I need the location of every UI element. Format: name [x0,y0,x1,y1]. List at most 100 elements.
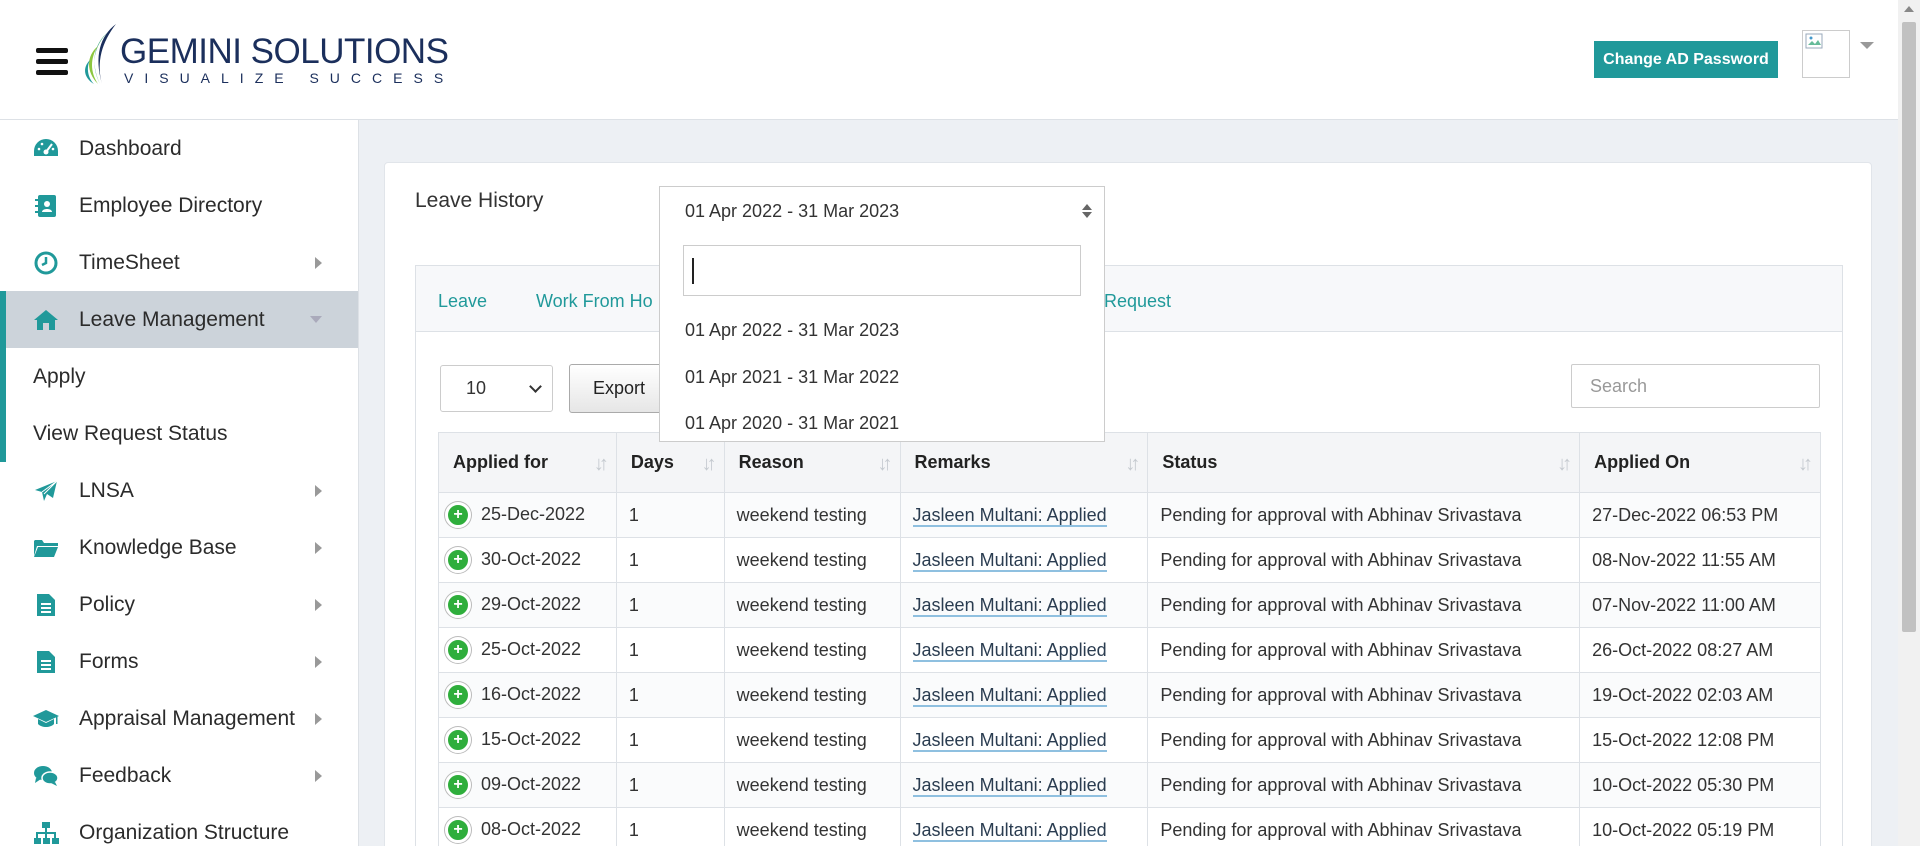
cell-applied-for: +09-Oct-2022 [438,762,617,808]
remark-link[interactable]: Jasleen Multani: Applied [912,819,1107,842]
company-logo[interactable]: GEMINI SOLUTIONS VISUALIZE SUCCESS [80,22,449,88]
cell-applied-for: +08-Oct-2022 [438,807,617,846]
page-length-value: 10 [466,378,487,398]
page-scrollbar[interactable] [1898,0,1920,846]
sidebar-item-organization-structure[interactable]: Organization Structure [0,804,358,846]
column-header-applied-for[interactable]: Applied for ↓↑ [438,432,617,493]
expand-row-icon[interactable]: + [445,682,471,708]
sidebar-item-forms[interactable]: Forms [0,633,358,690]
sidebar-item-dashboard[interactable]: Dashboard [0,120,358,177]
sidebar-item-policy[interactable]: Policy [0,576,358,633]
cell-text: weekend testing [736,594,867,615]
tab-work-from-home[interactable]: Work From Ho [536,291,653,312]
cell-text: weekend testing [736,639,867,660]
table-row: +08-Oct-2022 1 weekend testing Jasleen Mult… [438,807,1821,846]
tab-bar: Leave Work From Ho Request [416,266,1842,332]
scroll-up-arrow-icon[interactable] [1904,6,1914,12]
dropdown-search-input[interactable] [683,245,1081,296]
dropdown-option[interactable]: 01 Apr 2021 - 31 Mar 2022 [685,367,899,388]
cell-text: 1 [628,819,639,840]
remark-link[interactable]: Jasleen Multani: Applied [912,594,1107,617]
remark-link[interactable]: Jasleen Multani: Applied [912,684,1107,707]
cell-text: 10-Oct-2022 05:30 PM [1592,774,1775,795]
sidebar-subitem-apply[interactable]: Apply [0,348,358,405]
sidebar-item-label: Feedback [79,763,172,787]
remark-link[interactable]: Jasleen Multani: Applied [912,549,1107,572]
sidebar-item-label: Employee Directory [79,193,263,217]
column-header-label: Status [1162,452,1218,472]
sidebar-item-knowledge-base[interactable]: Knowledge Base [0,519,358,576]
logo-tagline: VISUALIZE SUCCESS [124,70,455,86]
user-menu-caret-icon[interactable] [1860,42,1874,49]
cell-days: 1 [615,492,725,538]
hamburger-menu-icon[interactable] [36,48,68,76]
scrollbar-thumb[interactable] [1902,22,1916,632]
change-ad-password-button[interactable]: Change AD Password [1594,41,1778,78]
cell-days: 1 [615,762,725,808]
expand-row-icon[interactable]: + [445,817,471,843]
table-row: +09-Oct-2022 1 weekend testing Jasleen Mult… [438,762,1821,808]
sidebar-item-lnsa[interactable]: LNSA [0,462,358,519]
search-input[interactable] [1571,364,1820,408]
cell-applied-for: +25-Oct-2022 [438,627,617,673]
fiscal-year-dropdown-panel: 01 Apr 2022 - 31 Mar 2023 01 Apr 2021 - … [659,236,1105,442]
sidebar-item-feedback[interactable]: Feedback [0,747,358,804]
cell-applied-on: 26-Oct-2022 08:27 AM [1579,627,1821,673]
user-avatar[interactable] [1802,30,1850,78]
cell-days: 1 [615,807,725,846]
top-header: GEMINI SOLUTIONS VISUALIZE SUCCESS Chang… [0,0,1898,120]
cell-applied-on: 10-Oct-2022 05:30 PM [1579,762,1821,808]
sidebar-item-label: Organization Structure [79,820,290,844]
cell-applied-on: 10-Oct-2022 05:19 PM [1579,807,1821,846]
sidebar-item-label: LNSA [79,478,134,502]
sidebar-item-label: Appraisal Management [79,706,295,730]
sidebar-item-label: Dashboard [79,136,182,160]
dropdown-option[interactable]: 01 Apr 2020 - 31 Mar 2021 [685,413,899,434]
sidebar-subitem-view-request-status[interactable]: View Request Status [0,405,358,462]
tab-request[interactable]: Request [1104,291,1171,312]
cell-applied-on: 07-Nov-2022 11:00 AM [1579,582,1821,628]
sidebar-item-timesheet[interactable]: TimeSheet [0,234,358,291]
fiscal-year-select[interactable]: 01 Apr 2022 - 31 Mar 2023 [659,186,1105,236]
expand-row-icon[interactable]: + [445,727,471,753]
document-icon [32,648,60,676]
expand-row-icon[interactable]: + [445,547,471,573]
expand-row-icon[interactable]: + [445,502,471,528]
leave-history-table: Applied for ↓↑ Days ↓↑ Reason ↓↑ Remarks ↓↑ … [438,432,1821,846]
cell-status: Pending for approval with Abhinav Srivas… [1147,717,1581,763]
cell-text: 16-Oct-2022 [481,683,582,704]
cell-reason: weekend testing [723,582,901,628]
tab-leave[interactable]: Leave [438,291,487,312]
export-button[interactable]: Export [569,364,669,413]
cell-applied-for: +29-Oct-2022 [438,582,617,628]
remark-link[interactable]: Jasleen Multani: Applied [912,774,1107,797]
table-row: +16-Oct-2022 1 weekend testing Jasleen Mult… [438,672,1821,718]
remark-link[interactable]: Jasleen Multani: Applied [912,639,1107,662]
sidebar-item-appraisal-management[interactable]: Appraisal Management [0,690,358,747]
column-header-status[interactable]: Status ↓↑ [1147,432,1581,493]
remark-link[interactable]: Jasleen Multani: Applied [912,729,1107,752]
cell-text: weekend testing [736,819,867,840]
expand-row-icon[interactable]: + [445,772,471,798]
table-header-row: Applied for ↓↑ Days ↓↑ Reason ↓↑ Remarks ↓↑ … [438,432,1821,493]
broken-image-icon [1805,33,1823,49]
graduation-cap-icon [32,705,60,733]
page-title: Leave History [415,189,544,212]
column-header-applied-on[interactable]: Applied On ↓↑ [1579,432,1821,493]
chevron-right-icon [315,713,322,725]
expand-row-icon[interactable]: + [445,592,471,618]
remark-link[interactable]: Jasleen Multani: Applied [912,504,1107,527]
chevron-down-icon [310,316,322,323]
sidebar-item-employee-directory[interactable]: Employee Directory [0,177,358,234]
sort-icon: ↓↑ [701,453,717,475]
cell-status: Pending for approval with Abhinav Srivas… [1147,807,1581,846]
table-row: +15-Oct-2022 1 weekend testing Jasleen Mult… [438,717,1821,763]
sidebar-item-leave-management[interactable]: Leave Management [0,291,358,348]
cell-text: 26-Oct-2022 08:27 AM [1592,639,1774,660]
sidebar-item-label: Policy [79,592,136,616]
page-length-select[interactable]: 10 [440,365,553,412]
dropdown-option[interactable]: 01 Apr 2022 - 31 Mar 2023 [685,320,899,341]
leave-history-card: Leave History Leave Work From Ho Request… [384,162,1872,846]
expand-row-icon[interactable]: + [445,637,471,663]
chevron-down-icon [529,380,542,393]
